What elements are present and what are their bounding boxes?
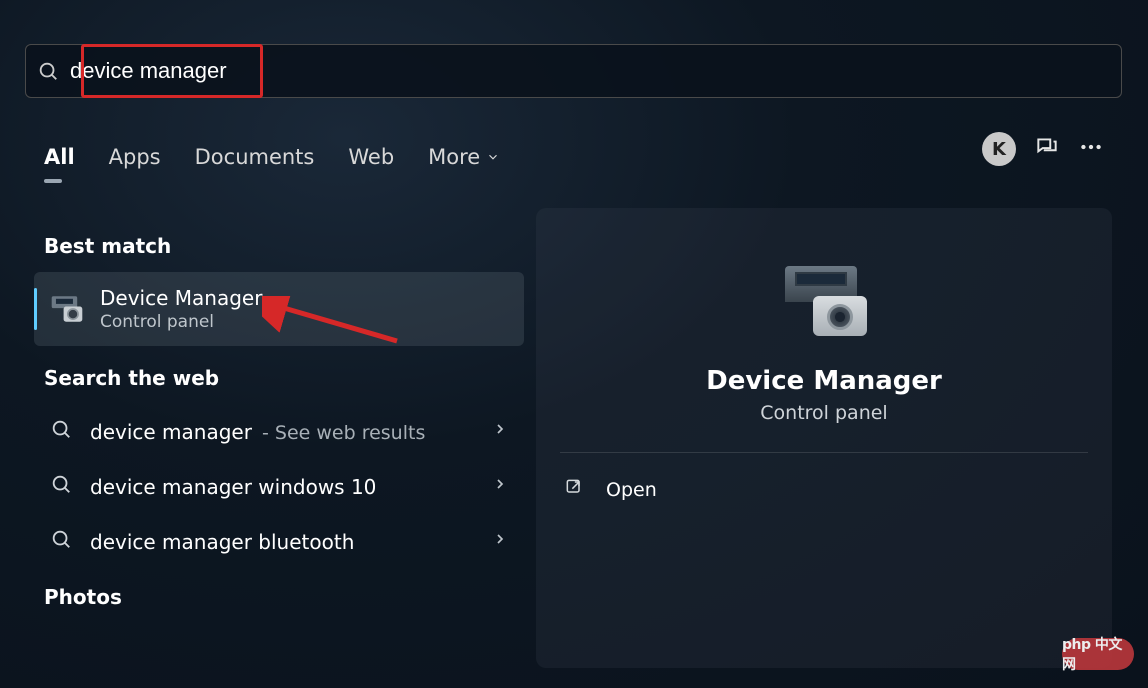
detail-panel: Device Manager Control panel Open bbox=[536, 208, 1112, 668]
web-result-2[interactable]: device manager bluetooth bbox=[34, 514, 524, 569]
open-action[interactable]: Open bbox=[560, 463, 1088, 516]
search-icon bbox=[26, 45, 70, 97]
best-match-texts: Device Manager Control panel bbox=[100, 286, 508, 332]
search-input[interactable] bbox=[70, 45, 1121, 97]
web-result-text: device manager bluetooth bbox=[90, 530, 474, 554]
chevron-right-icon bbox=[492, 476, 508, 497]
tab-web[interactable]: Web bbox=[348, 145, 394, 169]
search-web-heading: Search the web bbox=[44, 366, 514, 390]
best-match-heading: Best match bbox=[44, 234, 514, 258]
web-result-1[interactable]: device manager windows 10 bbox=[34, 459, 524, 514]
device-manager-icon bbox=[50, 292, 84, 326]
divider bbox=[560, 452, 1088, 453]
search-icon bbox=[50, 418, 72, 445]
chevron-right-icon bbox=[492, 421, 508, 442]
chevron-down-icon bbox=[486, 150, 500, 164]
search-icon bbox=[50, 473, 72, 500]
chat-icon[interactable] bbox=[1034, 134, 1060, 164]
tab-documents[interactable]: Documents bbox=[195, 145, 315, 169]
search-icon bbox=[50, 528, 72, 555]
tab-more[interactable]: More bbox=[428, 145, 500, 169]
detail-title: Device Manager bbox=[706, 366, 942, 396]
best-match-title: Device Manager bbox=[100, 286, 508, 310]
watermark-badge: php 中文网 bbox=[1062, 638, 1134, 670]
web-result-0[interactable]: device manager - See web results bbox=[34, 404, 524, 459]
open-icon bbox=[564, 477, 584, 502]
photos-heading: Photos bbox=[44, 585, 514, 609]
detail-subtitle: Control panel bbox=[760, 402, 887, 424]
tab-all[interactable]: All bbox=[44, 145, 75, 169]
header-actions: K bbox=[982, 132, 1104, 166]
tab-more-label: More bbox=[428, 145, 480, 169]
best-match-result[interactable]: Device Manager Control panel bbox=[34, 272, 524, 346]
device-manager-large-icon bbox=[781, 266, 867, 336]
results-column: Best match Device Manager Control panel … bbox=[34, 220, 524, 623]
user-avatar[interactable]: K bbox=[982, 132, 1016, 166]
tab-apps[interactable]: Apps bbox=[109, 145, 161, 169]
best-match-subtitle: Control panel bbox=[100, 312, 508, 332]
search-box[interactable] bbox=[25, 44, 1122, 98]
filter-tabs: All Apps Documents Web More bbox=[44, 136, 1104, 178]
web-result-text: device manager windows 10 bbox=[90, 475, 474, 499]
chevron-right-icon bbox=[492, 531, 508, 552]
open-label: Open bbox=[606, 479, 657, 501]
web-result-text: device manager - See web results bbox=[90, 420, 474, 444]
more-icon[interactable] bbox=[1078, 134, 1104, 164]
